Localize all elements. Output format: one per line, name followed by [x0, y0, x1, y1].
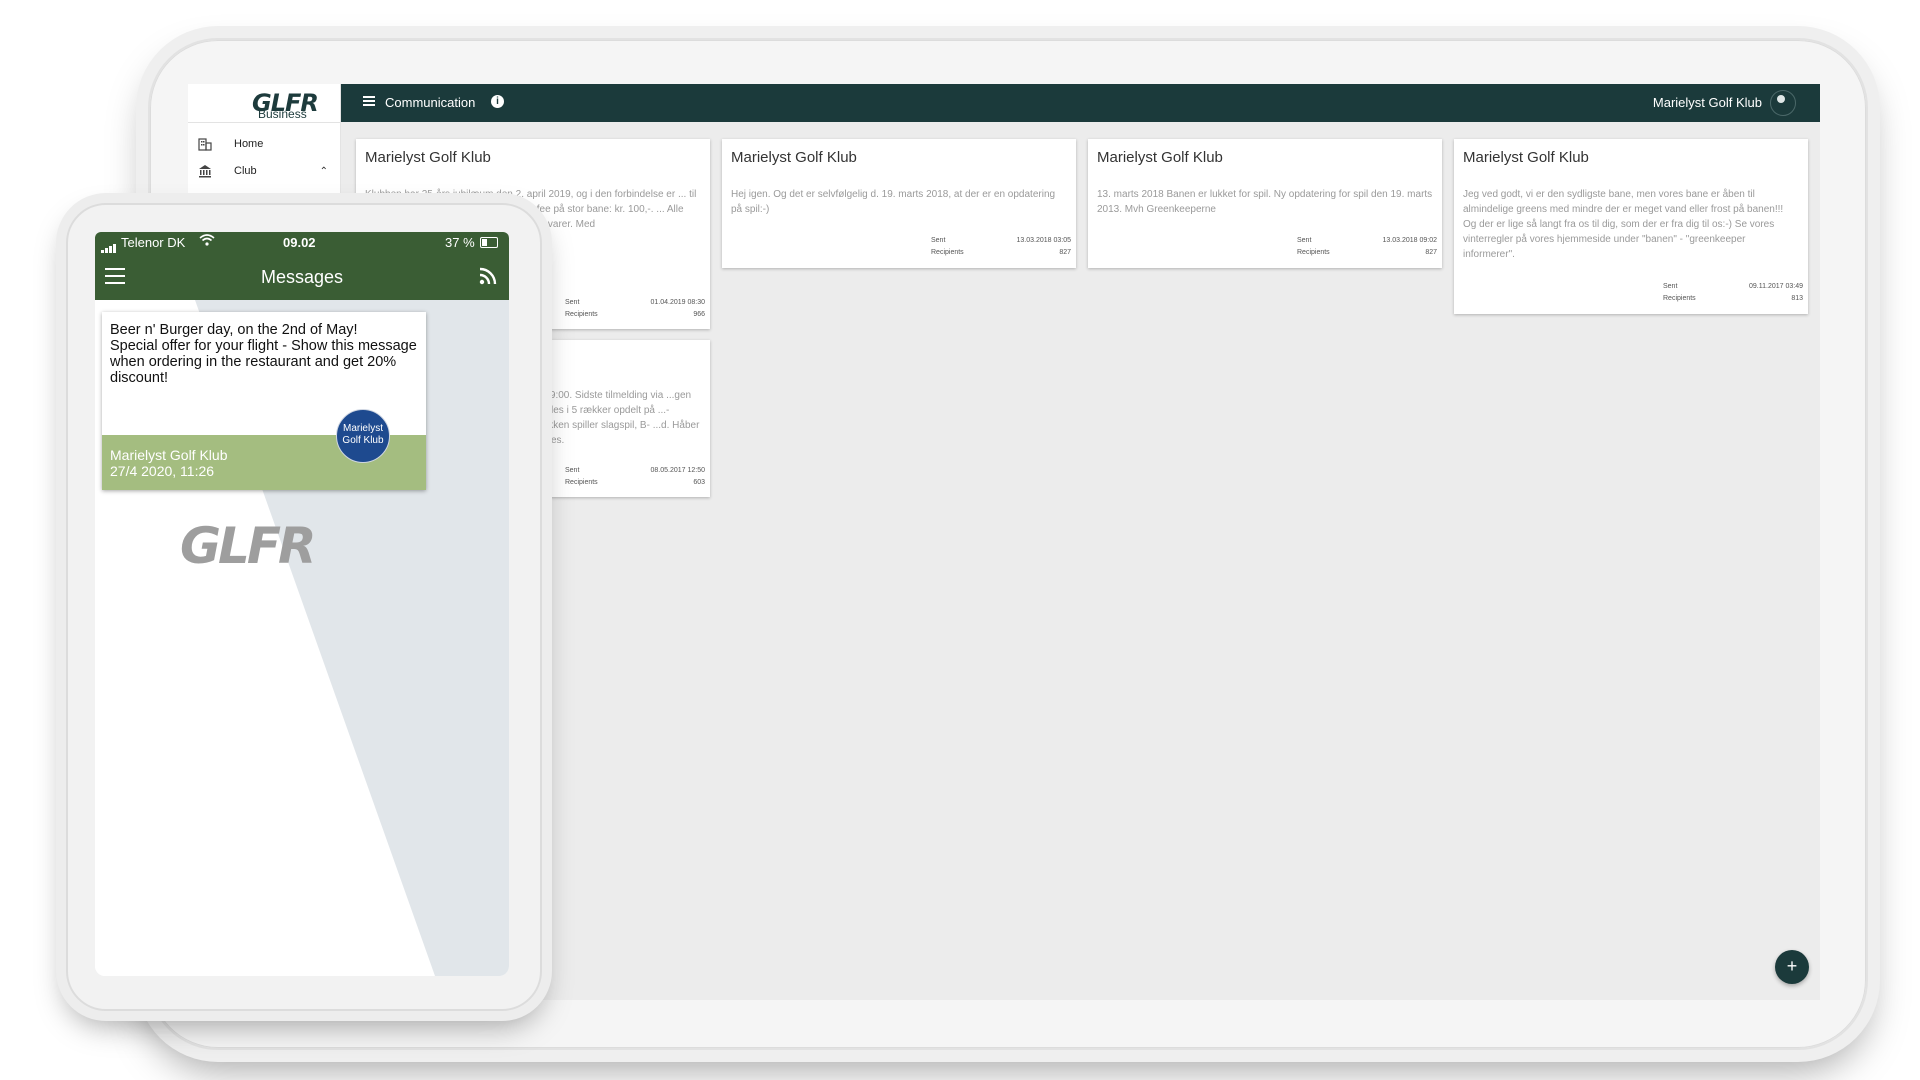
- message-line: Special offer for your flight - Show thi…: [110, 338, 417, 386]
- glfr-watermark-logo: GLFR: [180, 517, 317, 575]
- sent-label: Sent: [565, 467, 580, 474]
- recipients-label: Recipients: [565, 311, 598, 318]
- message-line: Beer n' Burger day, on the 2nd of May!: [110, 322, 358, 338]
- sent-value: 09.11.2017 03:49: [1749, 283, 1803, 290]
- battery-percent: 37 %: [445, 235, 475, 250]
- card-title: Marielyst Golf Klub: [1097, 149, 1223, 166]
- phone-screen: Telenor DK 09.02 37 % Messages Beer n' B…: [95, 232, 509, 976]
- sidebar-item-label: Home: [234, 138, 264, 150]
- add-message-button[interactable]: +: [1775, 950, 1809, 984]
- phone-app-header: Messages: [95, 254, 509, 300]
- recipients-value: 603: [693, 479, 705, 486]
- message-card[interactable]: Marielyst Golf Klub Hej igen. Og det er …: [722, 139, 1076, 268]
- phone-status-bar: Telenor DK 09.02 37 %: [95, 232, 509, 254]
- info-icon[interactable]: i: [491, 95, 504, 108]
- chevron-up-icon[interactable]: ⌃: [320, 166, 328, 177]
- card-meta: Sent 01.04.2019 08:30 Recipients 966: [565, 299, 705, 323]
- card-body: ...09:00. Sidste tilmelding via ...gen s…: [536, 390, 700, 446]
- recipients-label: Recipients: [1297, 249, 1330, 256]
- message-text: Beer n' Burger day, on the 2nd of May! S…: [110, 322, 426, 386]
- club-name: Marielyst Golf Klub: [1652, 95, 1762, 110]
- sent-value: 01.04.2019 08:30: [650, 299, 706, 306]
- logo-subtext: Business: [258, 107, 307, 121]
- sent-value: 08.05.2017 12:50: [650, 467, 706, 474]
- card-body: Jeg ved godt, vi er den sydligste bane, …: [1463, 189, 1784, 260]
- card-meta: Sent 13.03.2018 03:05 Recipients 827: [931, 237, 1071, 261]
- message-item[interactable]: Beer n' Burger day, on the 2nd of May! S…: [102, 312, 426, 490]
- club-logo-badge: Marielyst Golf Klub: [336, 409, 390, 463]
- recipients-value: 827: [1059, 249, 1071, 256]
- phone-title: Messages: [260, 267, 344, 287]
- card-title: Marielyst Golf Klub: [1463, 149, 1589, 166]
- recipients-label: Recipients: [565, 479, 598, 486]
- card-meta: Sent 13.03.2018 09:02 Recipients 827: [1297, 237, 1437, 261]
- menu-icon[interactable]: [363, 96, 375, 106]
- rss-feed-icon[interactable]: [479, 267, 497, 285]
- status-time: 09.02: [283, 235, 316, 250]
- carrier-name: Telenor DK: [121, 235, 186, 250]
- recipients-label: Recipients: [931, 249, 964, 256]
- recipients-value: 827: [1425, 249, 1437, 256]
- wifi-icon: [199, 234, 215, 249]
- card-title: Marielyst Golf Klub: [731, 149, 857, 166]
- card-body: Hej igen. Og det er selvfølgelig d. 19. …: [731, 189, 1056, 215]
- badge-text: Marielyst Golf Klub: [342, 423, 384, 446]
- sent-label: Sent: [931, 237, 946, 244]
- top-app-bar: Communication i Marielyst Golf Klub: [341, 84, 1820, 122]
- glfr-business-logo[interactable]: GLFR Business: [218, 86, 328, 121]
- card-body: 13. marts 2018 Banen er lukket for spil.…: [1097, 189, 1433, 215]
- sent-value: 13.03.2018 03:05: [1016, 237, 1072, 244]
- sent-label: Sent: [1297, 237, 1312, 244]
- divider: [188, 122, 340, 123]
- sent-label: Sent: [1663, 283, 1678, 290]
- recipients-value: 813: [1791, 295, 1803, 302]
- page-title: Communication: [385, 95, 476, 110]
- avatar[interactable]: [1770, 90, 1796, 116]
- sidebar-item-home[interactable]: Home: [188, 130, 340, 158]
- message-sender: Marielyst Golf Klub: [110, 447, 228, 463]
- building-icon: [198, 137, 212, 151]
- sidebar-item-label: Club: [234, 165, 257, 177]
- message-card[interactable]: Marielyst Golf Klub Jeg ved godt, vi er …: [1454, 139, 1808, 314]
- message-card[interactable]: Marielyst Golf Klub 13. marts 2018 Banen…: [1088, 139, 1442, 268]
- recipients-value: 966: [693, 311, 705, 318]
- card-title: Marielyst Golf Klub: [365, 149, 491, 166]
- sent-label: Sent: [565, 299, 580, 306]
- card-meta: Sent 08.05.2017 12:50 Recipients 603: [565, 467, 705, 491]
- sidebar-item-club[interactable]: Club ⌃: [188, 157, 340, 185]
- recipients-label: Recipients: [1663, 295, 1696, 302]
- sent-value: 13.03.2018 09:02: [1382, 237, 1438, 244]
- battery-icon: [480, 237, 498, 248]
- signal-icon: [101, 238, 117, 253]
- institution-icon: [198, 164, 212, 178]
- card-meta: Sent 09.11.2017 03:49 Recipients 813: [1663, 283, 1803, 307]
- message-date: 27/4 2020, 11:26: [110, 463, 215, 479]
